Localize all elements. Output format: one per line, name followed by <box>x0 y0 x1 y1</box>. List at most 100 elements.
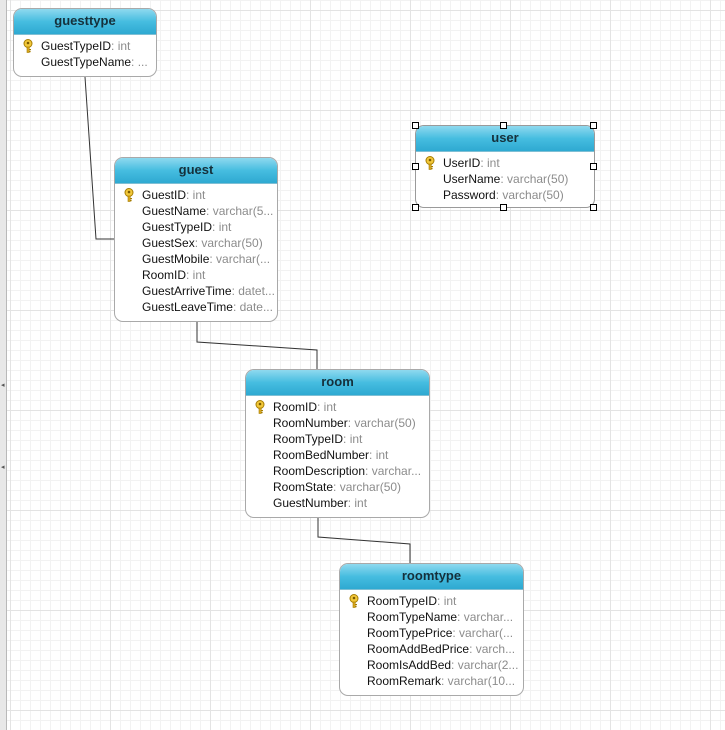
field-type: : varchar(50) <box>333 480 402 494</box>
entity-user[interactable]: user UserID: int UserName: varchar(50) Pass… <box>415 125 595 208</box>
resize-handle[interactable] <box>500 204 507 211</box>
resize-handle[interactable] <box>412 163 419 170</box>
collapse-arrow-icon[interactable]: ◂ <box>1 464 5 471</box>
field-row[interactable]: GuestTypeID: int <box>14 38 156 54</box>
field-row[interactable]: RoomTypeName: varchar... <box>340 609 523 625</box>
key-icon <box>424 156 436 170</box>
field-type: : varchar(5... <box>206 204 274 218</box>
field-row[interactable]: GuestSex: varchar(50) <box>115 235 277 251</box>
field-row[interactable]: RoomTypeID: int <box>340 593 523 609</box>
field-name: GuestTypeID <box>142 220 213 234</box>
field-name: GuestName <box>142 204 207 218</box>
field-row[interactable]: RoomTypeID: int <box>246 431 429 447</box>
left-panel-splitter[interactable]: ◂ ◂ <box>0 0 7 730</box>
field-type: : int <box>186 268 206 282</box>
field-row[interactable]: RoomDescription: varchar... <box>246 463 429 479</box>
field-row[interactable]: RoomNumber: varchar(50) <box>246 415 429 431</box>
field-name: GuestNumber <box>273 496 348 510</box>
field-row[interactable]: GuestTypeName: ... <box>14 54 156 70</box>
field-row[interactable]: GuestArriveTime: datet... <box>115 283 277 299</box>
field-type: : datet... <box>231 284 275 298</box>
key-icon <box>348 594 360 608</box>
field-type: : varchar... <box>457 610 514 624</box>
key-icon <box>22 39 34 53</box>
field-row[interactable]: RoomTypePrice: varchar(... <box>340 625 523 641</box>
relationship-line-room-roomtype[interactable] <box>317 517 411 564</box>
field-row[interactable]: RoomBedNumber: int <box>246 447 429 463</box>
field-row[interactable]: GuestTypeID: int <box>115 219 277 235</box>
resize-handle[interactable] <box>590 122 597 129</box>
field-type: : varchar(... <box>452 626 514 640</box>
field-name: RoomDescription <box>273 464 366 478</box>
field-row[interactable]: GuestID: int <box>115 187 277 203</box>
field-type: : int <box>480 156 500 170</box>
field-row[interactable]: UserID: int <box>416 155 594 171</box>
field-name: RoomState <box>273 480 334 494</box>
field-row[interactable]: RoomID: int <box>115 267 277 283</box>
entity-title[interactable]: guest <box>115 158 277 184</box>
relationship-line-guest-room[interactable] <box>196 321 318 370</box>
field-type: : varchar... <box>365 464 422 478</box>
field-row[interactable]: RoomAddBedPrice: varch... <box>340 641 523 657</box>
field-type: : int <box>437 594 457 608</box>
entity-roomtype[interactable]: roomtype RoomTypeID: int RoomTypeName: var… <box>339 563 524 696</box>
entity-title[interactable]: room <box>246 370 429 396</box>
collapse-arrow-icon[interactable]: ◂ <box>1 382 5 389</box>
field-row[interactable]: UserName: varchar(50) <box>416 171 594 187</box>
entity-title[interactable]: roomtype <box>340 564 523 590</box>
field-row[interactable]: RoomIsAddBed: varchar(2... <box>340 657 523 673</box>
field-name: GuestLeaveTime <box>142 300 233 314</box>
resize-handle[interactable] <box>590 163 597 170</box>
field-name: RoomID <box>273 400 318 414</box>
field-list: RoomID: int RoomNumber: varchar(50) RoomTy… <box>246 396 429 511</box>
field-name: RoomBedNumber <box>273 448 370 462</box>
field-type: : ... <box>131 55 148 69</box>
relationship-line-guesttype-guest[interactable] <box>84 76 116 240</box>
field-type: : int <box>317 400 337 414</box>
field-name: RoomAddBedPrice <box>367 642 470 656</box>
field-name: RoomTypeID <box>273 432 344 446</box>
field-type: : int <box>111 39 131 53</box>
field-list: GuestTypeID: int GuestTypeName: ... <box>14 35 156 70</box>
field-type: : varchar(2... <box>451 658 519 672</box>
field-type: : int <box>343 432 363 446</box>
field-row[interactable]: Password: varchar(50) <box>416 187 594 203</box>
field-row[interactable]: GuestLeaveTime: date... <box>115 299 277 315</box>
field-type: : int <box>369 448 389 462</box>
field-type: : varch... <box>469 642 516 656</box>
field-row[interactable]: GuestName: varchar(5... <box>115 203 277 219</box>
field-row[interactable]: GuestNumber: int <box>246 495 429 511</box>
resize-handle[interactable] <box>590 204 597 211</box>
field-type: : varchar(50) <box>347 416 416 430</box>
resize-handle[interactable] <box>412 204 419 211</box>
field-type: : int <box>347 496 368 510</box>
field-name: GuestTypeID <box>41 39 112 53</box>
field-list: RoomTypeID: int RoomTypeName: varchar... R… <box>340 590 523 689</box>
field-list: UserID: int UserName: varchar(50) Password… <box>416 152 594 203</box>
field-name: GuestID <box>142 188 187 202</box>
field-row[interactable]: RoomID: int <box>246 399 429 415</box>
field-row[interactable]: GuestMobile: varchar(... <box>115 251 277 267</box>
entity-title[interactable]: guesttype <box>14 9 156 35</box>
field-type: : int <box>186 188 206 202</box>
entity-guesttype[interactable]: guesttype GuestTypeID: int GuestTypeName: … <box>13 8 157 77</box>
field-name: GuestSex <box>142 236 195 250</box>
field-type: : date... <box>232 300 273 314</box>
field-name: UserID <box>443 156 481 170</box>
field-type: : varchar(... <box>209 252 271 266</box>
resize-handle[interactable] <box>412 122 419 129</box>
field-row[interactable]: RoomState: varchar(50) <box>246 479 429 495</box>
field-name: RoomTypePrice <box>367 626 453 640</box>
entity-room[interactable]: room RoomID: int RoomNumber: varchar(50) Ro… <box>245 369 430 518</box>
entity-guest[interactable]: guest GuestID: int GuestName: varchar(5...… <box>114 157 278 322</box>
key-icon <box>254 400 266 414</box>
resize-handle[interactable] <box>500 122 507 129</box>
field-name: Password <box>443 188 496 202</box>
field-type: : varchar(50) <box>495 188 564 202</box>
field-row[interactable]: RoomRemark: varchar(10... <box>340 673 523 689</box>
field-type: : int <box>212 220 232 234</box>
field-name: GuestMobile <box>142 252 210 266</box>
entity-title[interactable]: user <box>416 126 594 152</box>
field-list: GuestID: int GuestName: varchar(5... Guest… <box>115 184 277 315</box>
field-name: GuestArriveTime <box>142 284 232 298</box>
